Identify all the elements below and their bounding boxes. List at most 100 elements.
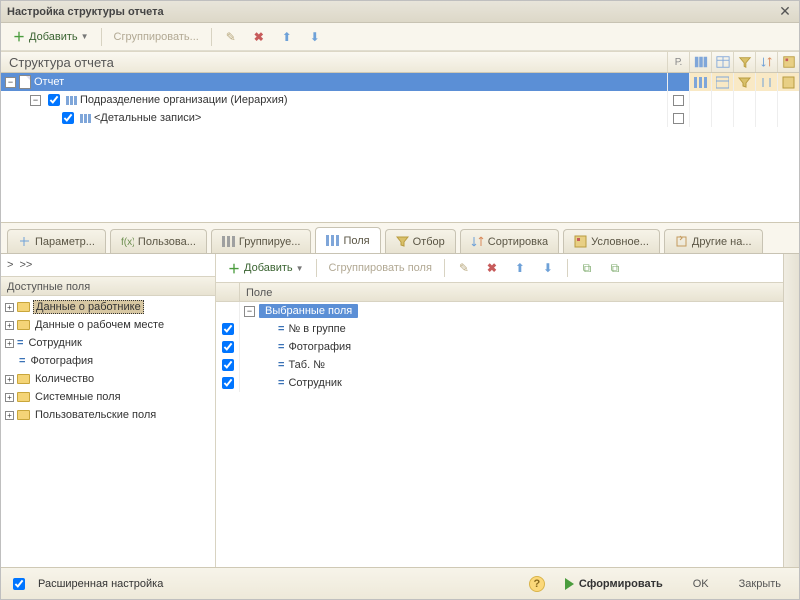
tree-row-report[interactable]: − Отчет	[1, 73, 799, 91]
tree-row-subdivision[interactable]: − Подразделение организации (Иерархия)	[1, 91, 799, 109]
fields-copy-button[interactable]: ⧉	[575, 259, 599, 277]
expand-icon[interactable]: +	[5, 375, 14, 384]
arrow-down-icon: ⬇	[541, 261, 555, 275]
row-check[interactable]	[216, 356, 240, 374]
header-action-3[interactable]	[733, 52, 755, 72]
tab-params[interactable]: Параметр...	[7, 229, 106, 253]
collapse-icon[interactable]: −	[30, 95, 41, 106]
fields-list[interactable]: − Выбранные поля = № в группе = Фотограф…	[216, 302, 783, 567]
fields-up-button[interactable]: ⬆	[508, 259, 532, 277]
row-check[interactable]	[216, 320, 240, 338]
row-checkbox[interactable]	[48, 94, 60, 106]
expand-icon[interactable]: +	[5, 411, 14, 420]
plus-icon: ＋	[12, 30, 26, 44]
tree-row-detail[interactable]: <Детальные записи>	[1, 109, 799, 127]
structure-tree[interactable]: − Отчет − Подразделение организации (Иер…	[1, 73, 799, 223]
add-button[interactable]: ＋ Добавить ▼	[7, 28, 94, 46]
tab-sort[interactable]: Сортировка	[460, 229, 559, 253]
title-bar: Настройка структуры отчета ✕	[1, 1, 799, 23]
close-footer-button[interactable]: Закрыть	[729, 575, 791, 593]
tree-act-5[interactable]	[777, 73, 799, 91]
close-button[interactable]: ✕	[777, 4, 793, 20]
tab-label: Параметр...	[35, 236, 95, 248]
help-button[interactable]: ?	[529, 576, 545, 592]
header-action-4[interactable]	[755, 52, 777, 72]
tab-conditional[interactable]: Условное...	[563, 229, 660, 253]
pencil-icon: ✎	[457, 261, 471, 275]
group-button[interactable]: Сгруппировать...	[109, 29, 204, 45]
separator	[444, 259, 445, 277]
fields-down-button[interactable]: ⬇	[536, 259, 560, 277]
avail-label: Пользовательские поля	[33, 409, 158, 421]
collapse-icon[interactable]: −	[244, 306, 255, 317]
field-row[interactable]: = Сотрудник	[216, 374, 783, 392]
delete-button[interactable]: ✖	[247, 28, 271, 46]
avail-item[interactable]: + Пользовательские поля	[1, 406, 215, 424]
header-action-5[interactable]	[777, 52, 799, 72]
avail-item[interactable]: + Количество	[1, 370, 215, 388]
field-checkbox[interactable]	[222, 377, 234, 389]
row-checkbox[interactable]	[62, 112, 74, 124]
tree-act-1	[689, 91, 711, 109]
available-fields-tree[interactable]: + Данные о работнике + Данные о рабочем …	[1, 296, 215, 567]
avail-item[interactable]: + Системные поля	[1, 388, 215, 406]
header-action-2[interactable]	[711, 52, 733, 72]
expand-icon[interactable]: +	[5, 303, 14, 312]
fields-toolbar: ＋ Добавить ▼ Сгруппировать поля ✎ ✖ ⬆ ⬇ …	[216, 254, 783, 282]
advanced-label: Расширенная настройка	[38, 578, 163, 590]
avail-item[interactable]: + = Сотрудник	[1, 334, 215, 352]
tree-act-2	[711, 109, 733, 127]
edit-button[interactable]: ✎	[219, 28, 243, 46]
close-label: Закрыть	[739, 578, 781, 590]
field-icon: =	[278, 359, 284, 371]
tree-act-1[interactable]	[689, 73, 711, 91]
vertical-scrollbar[interactable]	[783, 254, 799, 567]
move-up-button[interactable]: ⬆	[275, 28, 299, 46]
field-checkbox[interactable]	[222, 323, 234, 335]
collapse-icon[interactable]: −	[5, 77, 16, 88]
field-col-header: Поле	[240, 283, 783, 301]
field-row[interactable]: = Фотография	[216, 338, 783, 356]
sort-icon	[760, 55, 774, 69]
avail-item[interactable]: + Данные о рабочем месте	[1, 316, 215, 334]
expand-icon[interactable]: +	[5, 339, 14, 348]
fields-group-button[interactable]: Сгруппировать поля	[324, 260, 437, 276]
field-row[interactable]: = № в группе	[216, 320, 783, 338]
fields-add-button[interactable]: ＋ Добавить ▼	[222, 259, 309, 277]
row-check[interactable]	[216, 374, 240, 392]
field-row[interactable]: = Таб. №	[216, 356, 783, 374]
fields-copy2-button[interactable]: ⧉	[603, 259, 627, 277]
run-button[interactable]: Сформировать	[555, 575, 673, 593]
fields-delete-button[interactable]: ✖	[480, 259, 504, 277]
tree-col-r[interactable]	[667, 109, 689, 127]
tab-fields[interactable]: Поля	[315, 227, 380, 253]
field-checkbox[interactable]	[222, 341, 234, 353]
tab-grouping[interactable]: Группируе...	[211, 229, 312, 253]
arrow-up-icon: ⬆	[513, 261, 527, 275]
sort-icon	[760, 76, 773, 89]
breadcrumb-root[interactable]: >	[7, 259, 13, 271]
breadcrumb-next[interactable]: >>	[19, 259, 32, 271]
advanced-checkbox[interactable]	[13, 578, 25, 590]
tab-user-fields[interactable]: f(x) Пользова...	[110, 229, 207, 253]
expand-icon[interactable]: +	[5, 393, 14, 402]
tree-act-2[interactable]	[711, 73, 733, 91]
fields-group-row[interactable]: − Выбранные поля	[216, 302, 783, 320]
field-checkbox[interactable]	[222, 359, 234, 371]
tab-other[interactable]: Другие на...	[664, 229, 763, 253]
avail-item[interactable]: = Фотография	[1, 352, 215, 370]
header-action-1[interactable]	[689, 52, 711, 72]
avail-item[interactable]: + Данные о работнике	[1, 298, 215, 316]
tree-act-4[interactable]	[755, 73, 777, 91]
tree-col-r[interactable]	[667, 91, 689, 109]
tree-act-3[interactable]	[733, 73, 755, 91]
row-check[interactable]	[216, 338, 240, 356]
separator	[567, 259, 568, 277]
fields-edit-button[interactable]: ✎	[452, 259, 476, 277]
expand-icon[interactable]: +	[5, 321, 14, 330]
move-down-button[interactable]: ⬇	[303, 28, 327, 46]
tab-filter[interactable]: Отбор	[385, 229, 456, 253]
row-main: = Таб. №	[240, 359, 783, 371]
breadcrumb: > >>	[1, 254, 215, 276]
ok-button[interactable]: OK	[683, 575, 719, 593]
